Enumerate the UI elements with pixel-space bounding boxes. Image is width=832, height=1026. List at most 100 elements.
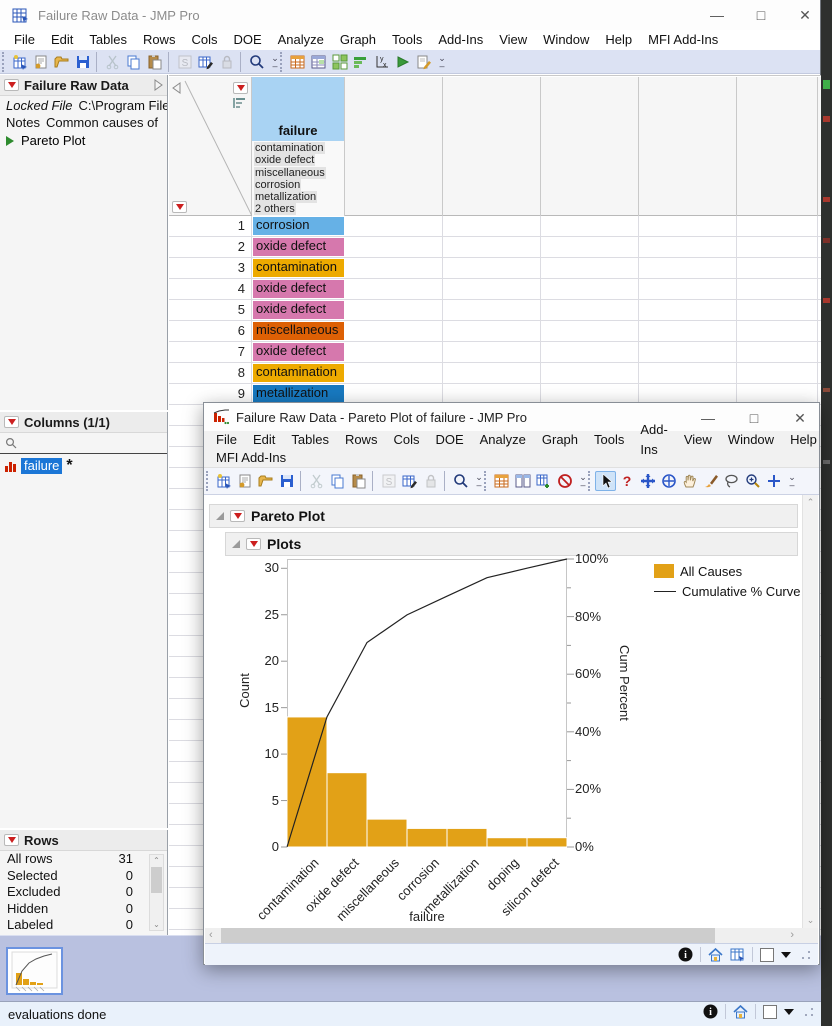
move-plus-icon[interactable] bbox=[637, 471, 658, 491]
menu-add-ins[interactable]: Add-Ins bbox=[430, 30, 491, 50]
window-color-button[interactable] bbox=[760, 948, 774, 962]
row-stat-excluded[interactable]: Excluded0 bbox=[0, 884, 167, 901]
pareto-bar[interactable] bbox=[407, 828, 447, 847]
row-stat-all-rows[interactable]: All rows31 bbox=[0, 851, 167, 868]
pareto-vertical-scrollbar[interactable]: ⌃ ⌄ bbox=[802, 495, 818, 928]
script-pencil-icon[interactable] bbox=[413, 52, 434, 72]
brush-icon[interactable] bbox=[700, 471, 721, 491]
rows-menu-icon[interactable] bbox=[172, 201, 187, 213]
row-number[interactable]: 1 bbox=[169, 216, 252, 236]
row-stat-selected[interactable]: Selected0 bbox=[0, 868, 167, 885]
empty-cell[interactable] bbox=[737, 258, 818, 279]
rows-panel-header[interactable]: Rows bbox=[0, 830, 167, 851]
failure-cell[interactable]: metallization bbox=[253, 385, 344, 403]
empty-cell[interactable] bbox=[737, 237, 818, 258]
menu-doe[interactable]: DOE bbox=[427, 430, 471, 450]
window-color-button[interactable] bbox=[763, 1005, 777, 1019]
toolbar-overflow-icon[interactable]: ⌄‒ bbox=[270, 54, 280, 70]
main-titlebar[interactable]: Failure Raw Data - JMP Pro — □ ✕ bbox=[0, 0, 820, 30]
menu-tables[interactable]: Tables bbox=[81, 30, 135, 50]
bars-green-icon[interactable] bbox=[350, 52, 371, 72]
menu-add-ins[interactable]: Add-Ins bbox=[632, 420, 675, 460]
zoom-in-icon[interactable] bbox=[742, 471, 763, 491]
red-triangle-menu-icon[interactable] bbox=[4, 834, 19, 846]
failure-cell[interactable]: oxide defect bbox=[253, 238, 344, 256]
collapse-triangle-icon[interactable] bbox=[232, 540, 240, 548]
menu-doe[interactable]: DOE bbox=[225, 30, 269, 50]
search-icon[interactable] bbox=[450, 471, 471, 491]
menu-graph[interactable]: Graph bbox=[332, 30, 384, 50]
help-icon[interactable]: ? bbox=[616, 471, 637, 491]
table-edit-icon[interactable] bbox=[399, 471, 420, 491]
dropdown-arrow-icon[interactable] bbox=[784, 1009, 794, 1015]
column-name[interactable]: failure bbox=[21, 458, 62, 474]
red-triangle-menu-icon[interactable] bbox=[230, 510, 245, 522]
row-number[interactable]: 6 bbox=[169, 321, 252, 341]
toolbar-overflow-icon[interactable]: ⌄‒ bbox=[787, 473, 797, 489]
menu-tools[interactable]: Tools bbox=[384, 30, 430, 50]
failure-cell[interactable]: oxide defect bbox=[253, 280, 344, 298]
empty-cell[interactable] bbox=[737, 321, 818, 342]
sort-order-icon[interactable] bbox=[233, 97, 246, 109]
row-number[interactable]: 9 bbox=[169, 384, 252, 404]
empty-cell[interactable] bbox=[345, 342, 443, 363]
search-icon[interactable] bbox=[246, 52, 267, 72]
info-icon[interactable]: i bbox=[703, 1004, 718, 1019]
scroll-down-icon[interactable]: ⌄ bbox=[150, 920, 163, 929]
scrollbar-thumb[interactable] bbox=[151, 867, 162, 893]
script-label[interactable]: Pareto Plot bbox=[21, 133, 85, 148]
empty-cell[interactable] bbox=[737, 342, 818, 363]
empty-cell[interactable] bbox=[541, 279, 639, 300]
summary-table-icon[interactable] bbox=[308, 52, 329, 72]
home-icon[interactable] bbox=[733, 1005, 748, 1019]
s-chart-icon[interactable]: S bbox=[378, 471, 399, 491]
columns-pair-icon[interactable] bbox=[512, 471, 533, 491]
minimize-button[interactable]: — bbox=[701, 410, 715, 426]
copy-icon[interactable] bbox=[327, 471, 348, 491]
pareto-bar[interactable] bbox=[487, 838, 527, 847]
hand-icon[interactable] bbox=[679, 471, 700, 491]
data-table-orange-icon[interactable] bbox=[287, 52, 308, 72]
menu-edit[interactable]: Edit bbox=[245, 430, 283, 450]
open-folder-icon[interactable] bbox=[255, 471, 276, 491]
rows-panel-scrollbar[interactable]: ⌃ ⌄ bbox=[149, 854, 164, 931]
failure-cell[interactable]: contamination bbox=[253, 364, 344, 382]
red-triangle-menu-icon[interactable] bbox=[4, 416, 19, 428]
hide-panel-arrow-icon[interactable] bbox=[172, 82, 181, 94]
empty-cell[interactable] bbox=[443, 237, 541, 258]
resize-grip[interactable] bbox=[805, 1008, 813, 1016]
empty-cell[interactable] bbox=[737, 300, 818, 321]
empty-cell[interactable] bbox=[345, 363, 443, 384]
outline-plots[interactable]: Plots bbox=[225, 532, 798, 556]
scroll-right-icon[interactable]: › bbox=[790, 929, 794, 941]
info-icon[interactable]: i bbox=[678, 947, 693, 962]
pareto-window-thumbnail[interactable] bbox=[6, 947, 63, 995]
cursor-icon[interactable] bbox=[595, 471, 616, 491]
empty-cell[interactable] bbox=[443, 321, 541, 342]
row-number[interactable]: 2 bbox=[169, 237, 252, 257]
pareto-horizontal-scrollbar[interactable]: ‹ › bbox=[205, 928, 818, 943]
empty-cell[interactable] bbox=[345, 258, 443, 279]
menu-file[interactable]: File bbox=[6, 30, 43, 50]
data-table-icon[interactable] bbox=[730, 948, 745, 962]
menu-cols[interactable]: Cols bbox=[183, 30, 225, 50]
paste-icon[interactable] bbox=[144, 52, 165, 72]
data-table-orange-icon[interactable] bbox=[491, 471, 512, 491]
red-triangle-menu-icon[interactable] bbox=[246, 538, 261, 550]
empty-cell[interactable] bbox=[443, 258, 541, 279]
s-chart-icon[interactable]: S bbox=[174, 52, 195, 72]
home-icon[interactable] bbox=[708, 948, 723, 962]
menu-view[interactable]: View bbox=[491, 30, 535, 50]
column-search-box[interactable] bbox=[0, 433, 167, 454]
empty-cell[interactable] bbox=[443, 363, 541, 384]
scroll-left-icon[interactable]: ‹ bbox=[209, 929, 213, 941]
row-number[interactable]: 5 bbox=[169, 300, 252, 320]
menu-rows[interactable]: Rows bbox=[337, 430, 386, 450]
menu-analyze[interactable]: Analyze bbox=[270, 30, 332, 50]
lasso-icon[interactable] bbox=[721, 471, 742, 491]
row-stat-hidden[interactable]: Hidden0 bbox=[0, 901, 167, 918]
menu-window[interactable]: Window bbox=[535, 30, 597, 50]
empty-cell[interactable] bbox=[639, 279, 737, 300]
scrollbar-thumb[interactable] bbox=[221, 928, 715, 943]
empty-cell[interactable] bbox=[443, 300, 541, 321]
